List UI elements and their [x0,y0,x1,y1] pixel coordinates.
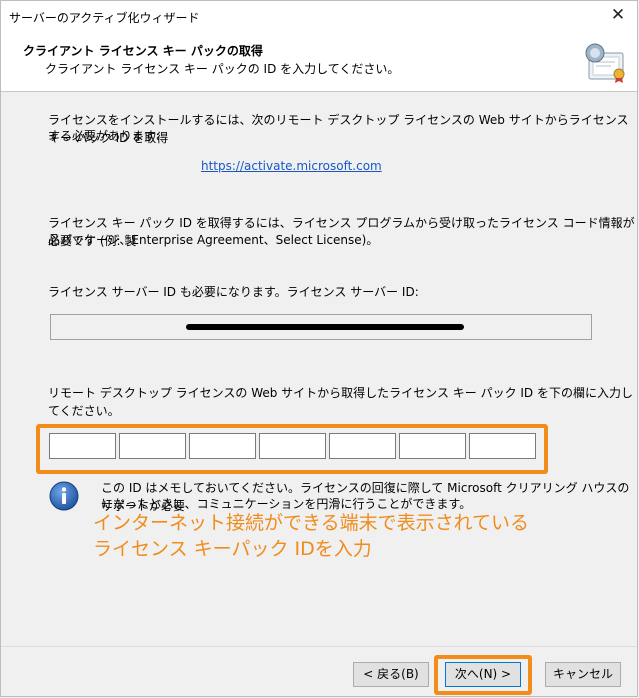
annotation-line2: ライセンス キーパック IDを入力 [93,538,372,560]
server-id-field[interactable] [50,314,592,340]
wizard-window: サーバーのアクティブ化ウィザード ✕ クライアント ライセンス キー パックの取… [0,0,638,697]
annotation-line1: インターネット接続ができる端末で表示されている [93,512,530,534]
key-pack-id-field-3[interactable] [189,433,256,459]
next-button[interactable]: 次へ(N) > [445,662,521,687]
key-pack-id-field-2[interactable] [119,433,186,459]
key-pack-id-field-4[interactable] [259,433,326,459]
window-title: サーバーのアクティブ化ウィザード [9,11,200,25]
requirement-text-line2: 品パッケージ、Enterprise Agreement、Select Licen… [48,233,379,247]
license-certificate-icon [585,43,625,83]
redaction-bar [186,324,464,330]
key-pack-id-field-7[interactable] [469,433,536,459]
key-pack-id-field-6[interactable] [399,433,466,459]
header-subtitle: クライアント ライセンス キー パックの ID を入力してください。 [45,62,400,76]
wizard-header: クライアント ライセンス キー パックの取得 クライアント ライセンス キー パ… [1,31,637,92]
enter-id-instruction: リモート デスクトップ ライセンスの Web サイトから取得したライセンス キー… [48,386,633,418]
close-button[interactable]: ✕ [605,3,631,27]
key-pack-id-field-5[interactable] [329,433,396,459]
header-title: クライアント ライセンス キー パックの取得 [23,44,263,58]
server-id-label: ライセンス サーバー ID も必要になります。ライセンス サーバー ID: [48,285,419,299]
intro-text-line2: する必要があります: [48,129,161,143]
back-button[interactable]: < 戻る(B) [353,662,429,687]
footer-separator [1,646,637,647]
info-icon [49,481,79,511]
title-bar: サーバーのアクティブ化ウィザード ✕ [1,1,637,31]
activation-url-link[interactable]: https://activate.microsoft.com [201,159,382,173]
key-pack-id-field-1[interactable] [49,433,116,459]
cancel-button[interactable]: キャンセル [545,662,621,687]
